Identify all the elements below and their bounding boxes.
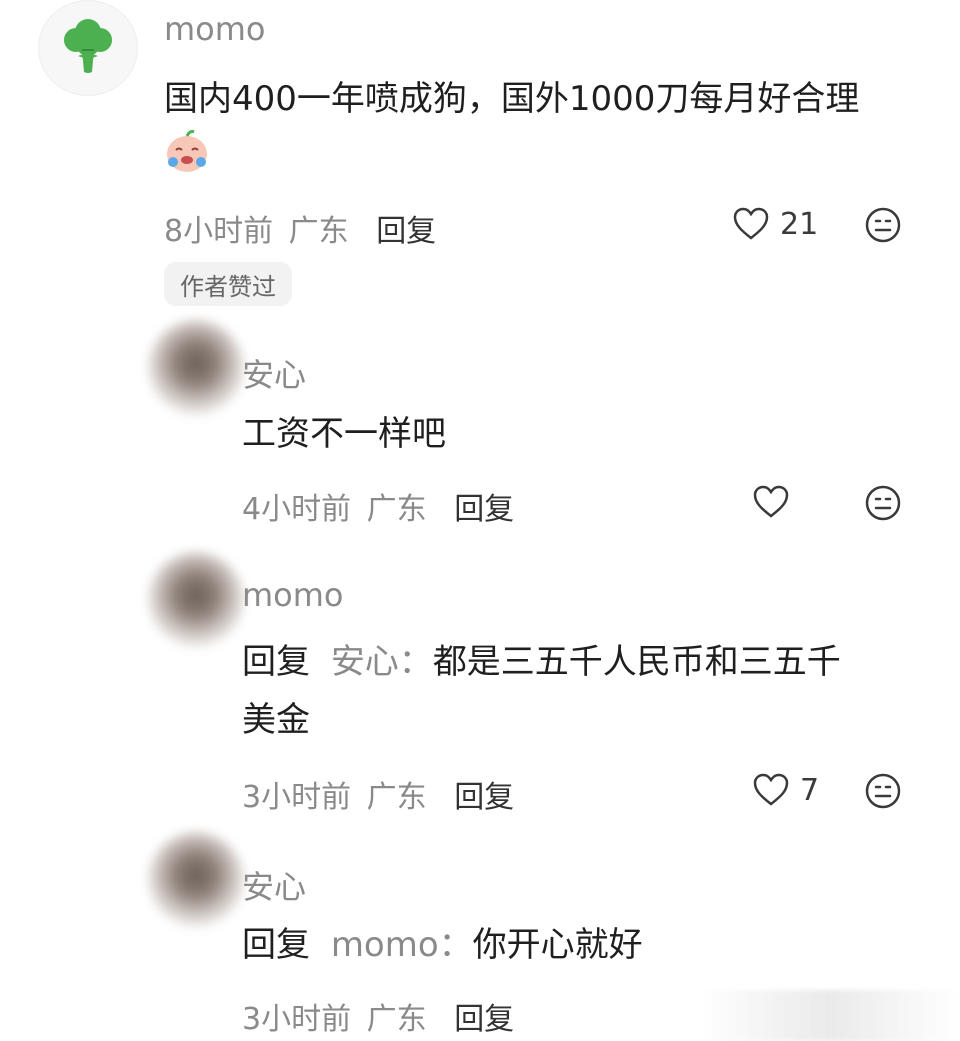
heart-icon (753, 485, 789, 518)
comment-meta: 3小时前 广东 回复 (242, 994, 514, 1038)
comment-time: 3小时前 (242, 1002, 352, 1037)
reply-button[interactable]: 回复 (376, 214, 436, 249)
comment-location: 广东 (366, 780, 427, 815)
comment-time: 8小时前 (164, 214, 274, 249)
reply-prefix: 回复 (242, 925, 310, 965)
neutral-face-icon[interactable] (864, 772, 902, 810)
reply-button[interactable]: 回复 (454, 1002, 514, 1037)
reply-target[interactable]: momo： (331, 925, 473, 965)
reply-text-line2: 美金 (242, 700, 310, 740)
reply-button[interactable]: 回复 (454, 780, 514, 815)
heart-icon (753, 773, 789, 806)
neutral-face-icon[interactable] (864, 206, 902, 244)
reply-button[interactable]: 回复 (454, 492, 514, 527)
reply-text: 你开心就好 (472, 925, 643, 965)
like-count: 7 (800, 772, 820, 808)
crying-laughing-emoji-icon (164, 128, 210, 174)
neutral-face-icon[interactable] (864, 484, 902, 522)
comment-location: 广东 (366, 492, 427, 527)
comment-location: 广东 (366, 1002, 427, 1037)
comment-meta: 4小时前 广东 回复 (242, 484, 514, 528)
comment-author[interactable]: 安心 (242, 862, 306, 908)
comment-author[interactable]: momo (164, 10, 266, 48)
comment-time: 4小时前 (242, 492, 352, 527)
comment-meta: 8小时前 广东 回复 (164, 206, 436, 250)
comment-author[interactable]: 安心 (242, 350, 306, 396)
comment-text: 国内400一年喷成狗，国外1000刀每月好合理 (164, 79, 860, 119)
bottom-fade-overlay (700, 990, 960, 1041)
comment-text: 工资不一样吧 (242, 414, 446, 454)
like-button[interactable]: 7 (752, 772, 819, 808)
avatar-momo-reply[interactable] (148, 552, 244, 648)
comment-location: 广东 (288, 214, 349, 249)
comment-time: 3小时前 (242, 780, 352, 815)
avatar-anxin-reply[interactable] (148, 832, 244, 928)
comment-meta: 3小时前 广东 回复 (242, 772, 514, 816)
like-button[interactable]: 21 (732, 206, 818, 242)
comment-author[interactable]: momo (242, 576, 344, 614)
reply-text-line1: 都是三五千人民币和三五千 (432, 642, 841, 682)
comment-text: 回复 安心：都是三五千人民币和三五千 (242, 633, 841, 691)
avatar-momo[interactable] (38, 0, 138, 96)
like-button[interactable] (752, 484, 790, 520)
like-count: 21 (780, 206, 819, 242)
reply-prefix: 回复 (242, 642, 310, 682)
reply-target[interactable]: 安心： (331, 642, 433, 682)
broccoli-icon (64, 19, 112, 73)
comment-text: 回复 momo：你开心就好 (242, 916, 643, 974)
heart-icon (733, 207, 769, 240)
avatar-anxin[interactable] (148, 320, 244, 416)
author-liked-badge: 作者赞过 (164, 262, 292, 306)
